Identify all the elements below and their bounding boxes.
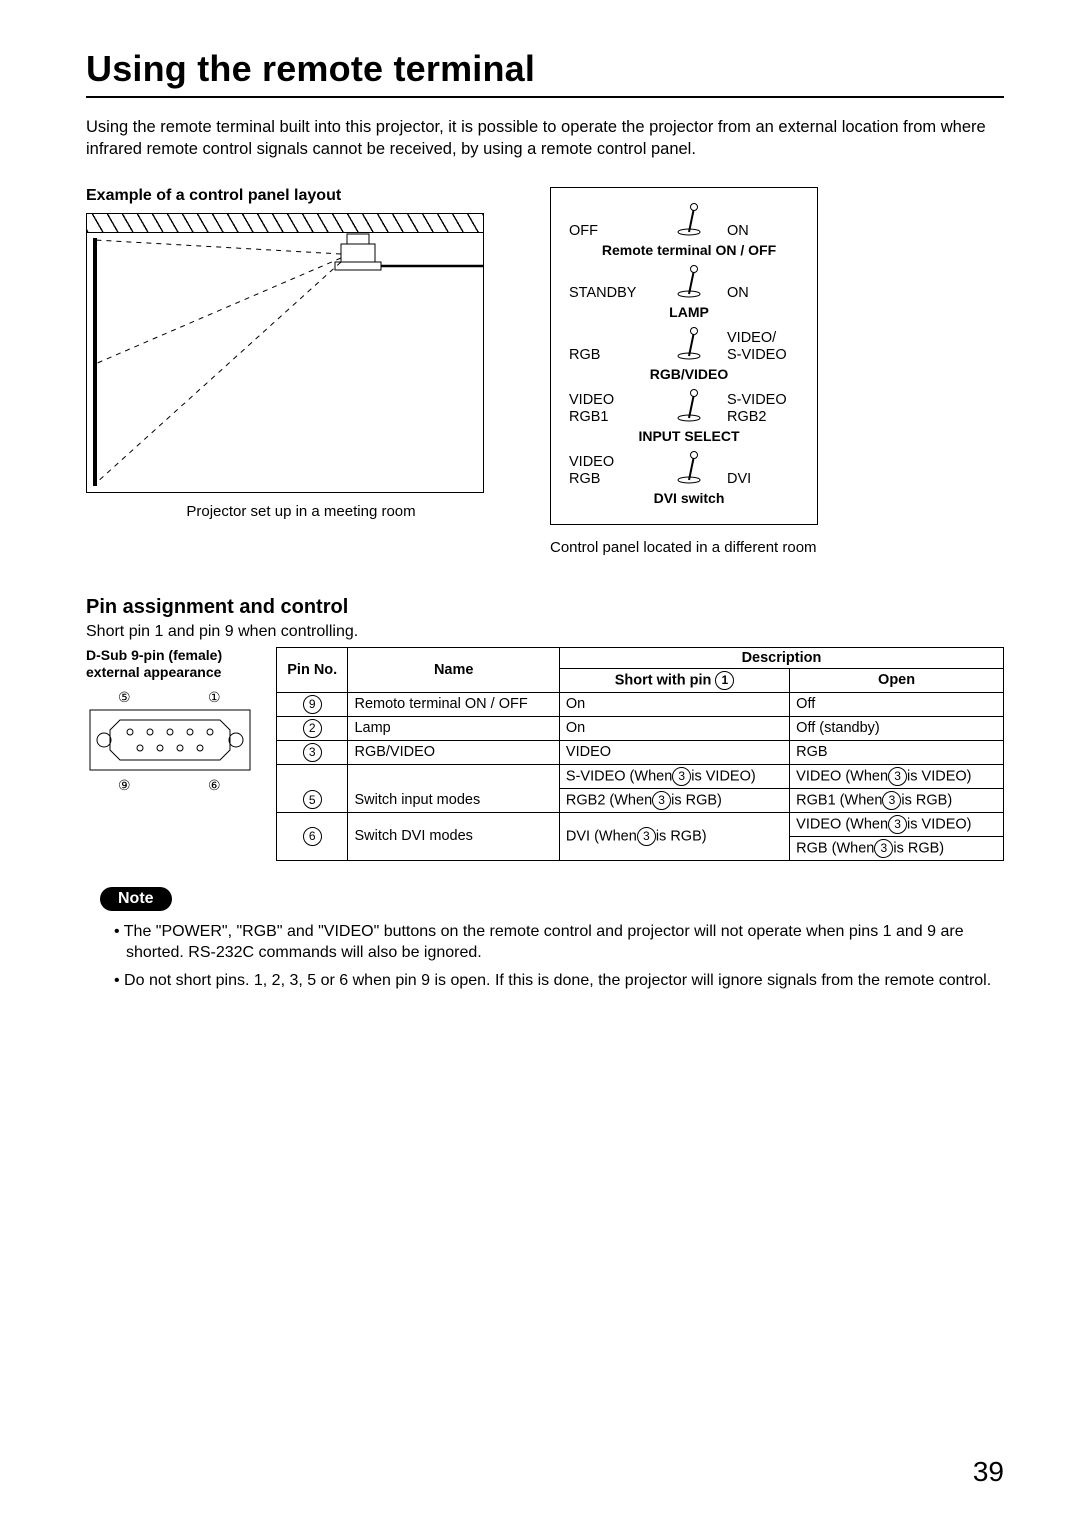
page-number: 39 — [973, 1456, 1004, 1488]
lever-icon — [674, 388, 704, 426]
pin-assignment-table: Pin No. Name Description Short with pin … — [276, 647, 1004, 861]
pin-section-title: Pin assignment and control — [86, 596, 1004, 619]
dsub-title: D-Sub 9-pin (female) external appearance — [86, 647, 256, 682]
switch-right-label: ON — [727, 285, 809, 302]
list-item: Do not short pins. 1, 2, 3, 5 or 6 when … — [114, 970, 1002, 992]
panel-switch-row: RGB VIDEO/S-VIDEO — [569, 326, 809, 364]
intro-paragraph: Using the remote terminal built into thi… — [86, 116, 1004, 161]
lever-icon — [674, 202, 704, 240]
th-short: Short with pin 1 — [559, 668, 789, 692]
table-row: 5 Switch input modes RGB2 (When3is RGB) … — [277, 788, 1004, 812]
notes-list: The "POWER", "RGB" and "VIDEO" buttons o… — [114, 921, 1002, 992]
th-name: Name — [348, 647, 559, 692]
control-panel-diagram: OFF ON Remote terminal ON / OFF STANDBY ON LA… — [550, 187, 818, 525]
pin-subtext: Short pin 1 and pin 9 when controlling. — [86, 623, 1004, 641]
switch-right-label: VIDEO/S-VIDEO — [727, 330, 809, 363]
switch-title: DVI switch — [569, 490, 809, 506]
table-row: 3 RGB/VIDEO VIDEO RGB — [277, 740, 1004, 764]
page-title: Using the remote terminal — [86, 48, 1004, 90]
list-item: The "POWER", "RGB" and "VIDEO" buttons o… — [114, 921, 1002, 964]
lever-icon — [674, 326, 704, 364]
th-pinno: Pin No. — [277, 647, 348, 692]
room-diagram — [86, 213, 484, 493]
lever-icon — [674, 264, 704, 302]
panel-caption: Control panel located in a different roo… — [550, 539, 820, 556]
switch-right-label: DVI — [727, 471, 809, 488]
switch-title: LAMP — [569, 304, 809, 320]
switch-right-label: ON — [727, 223, 809, 240]
svg-text:⑤: ⑤ — [118, 689, 131, 705]
svg-text:①: ① — [208, 689, 221, 705]
th-desc: Description — [559, 647, 1003, 668]
svg-text:⑥: ⑥ — [208, 777, 221, 793]
switch-title: INPUT SELECT — [569, 428, 809, 444]
switch-left-label: OFF — [569, 223, 651, 240]
panel-switch-row: STANDBY ON — [569, 264, 809, 302]
switch-title: RGB/VIDEO — [569, 366, 809, 382]
panel-switch-row: VIDEORGB1 S-VIDEORGB2 — [569, 388, 809, 426]
switch-left-label: VIDEORGB — [569, 454, 651, 487]
table-row: S-VIDEO (When3is VIDEO) VIDEO (When3is V… — [277, 764, 1004, 788]
example-caption: Example of a control panel layout — [86, 187, 516, 205]
table-row: 6 Switch DVI modes DVI (When3is RGB) VID… — [277, 812, 1004, 836]
lever-icon — [674, 450, 704, 488]
table-row: 2 Lamp On Off (standby) — [277, 716, 1004, 740]
switch-left-label: VIDEORGB1 — [569, 392, 651, 425]
switch-left-label: RGB — [569, 347, 651, 364]
room-caption: Projector set up in a meeting room — [86, 503, 516, 520]
panel-switch-row: VIDEORGB DVI — [569, 450, 809, 488]
panel-switch-row: OFF ON — [569, 202, 809, 240]
note-badge: Note — [100, 887, 172, 911]
switch-left-label: STANDBY — [569, 285, 651, 302]
switch-right-label: S-VIDEORGB2 — [727, 392, 809, 425]
th-open: Open — [790, 668, 1004, 692]
table-row: 9 Remoto terminal ON / OFF On Off — [277, 692, 1004, 716]
title-rule — [86, 96, 1004, 98]
switch-title: Remote terminal ON / OFF — [569, 242, 809, 258]
room-svg — [87, 214, 483, 492]
svg-text:⑨: ⑨ — [118, 777, 131, 793]
dsub-connector-svg: ⑤ ① ⑨ ⑥ — [86, 688, 254, 808]
